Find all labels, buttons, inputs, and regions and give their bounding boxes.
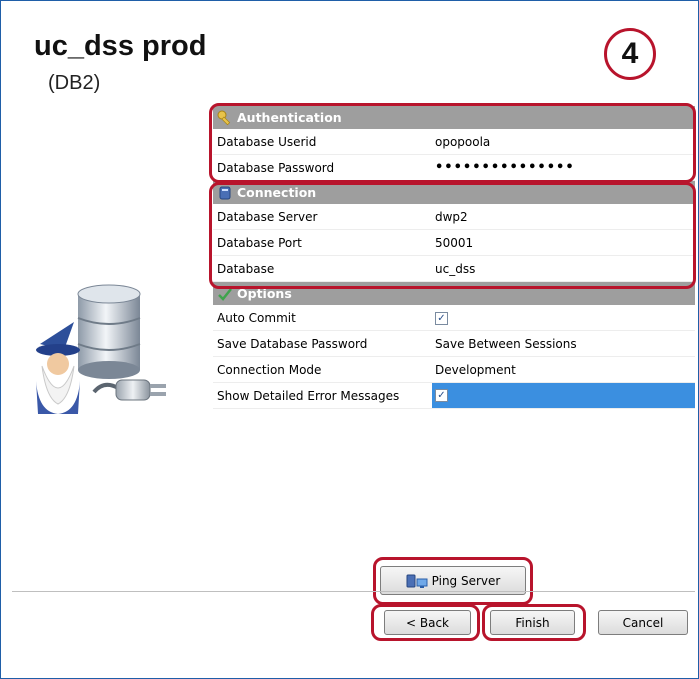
property-label: Show Detailed Error Messages — [217, 388, 400, 403]
database-wizard-icon — [36, 284, 166, 414]
property-label: Auto Commit — [217, 310, 296, 325]
property-label: Connection Mode — [217, 362, 322, 377]
detailed-errors-checkbox[interactable]: ✓ — [435, 389, 448, 402]
cancel-button[interactable]: Cancel — [598, 610, 688, 635]
property-row-connection-mode[interactable]: Connection Mode Development — [213, 357, 695, 383]
finish-button[interactable]: Finish — [490, 610, 575, 635]
auto-commit-checkbox[interactable]: ✓ — [435, 312, 448, 325]
ping-server-label: Ping Server — [431, 573, 501, 588]
step-number-badge: 4 — [604, 28, 656, 80]
property-row-auto-commit[interactable]: Auto Commit ✓ — [213, 305, 695, 331]
property-label: Save Database Password — [217, 336, 368, 351]
property-row-detailed-errors[interactable]: Show Detailed Error Messages ✓ — [213, 383, 695, 409]
connection-mode-select[interactable]: Development — [432, 363, 695, 377]
save-password-select[interactable]: Save Between Sessions — [432, 337, 695, 351]
divider — [12, 591, 695, 592]
property-row-save-password[interactable]: Save Database Password Save Between Sess… — [213, 331, 695, 357]
page-title: uc_dss prod — [34, 30, 207, 62]
highlight-connection — [209, 182, 696, 289]
page-subtitle: (DB2) — [48, 72, 101, 94]
network-icon — [406, 574, 428, 588]
back-button[interactable]: < Back — [384, 610, 471, 635]
highlight-authentication — [209, 103, 696, 183]
